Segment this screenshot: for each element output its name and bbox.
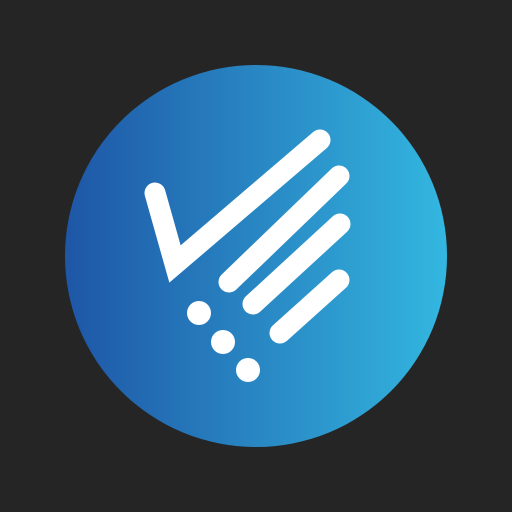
dot-2 [211, 330, 235, 354]
app-logo [65, 65, 447, 447]
dot-1 [187, 301, 211, 325]
dot-3 [236, 358, 260, 382]
app-icon-canvas [0, 0, 512, 512]
